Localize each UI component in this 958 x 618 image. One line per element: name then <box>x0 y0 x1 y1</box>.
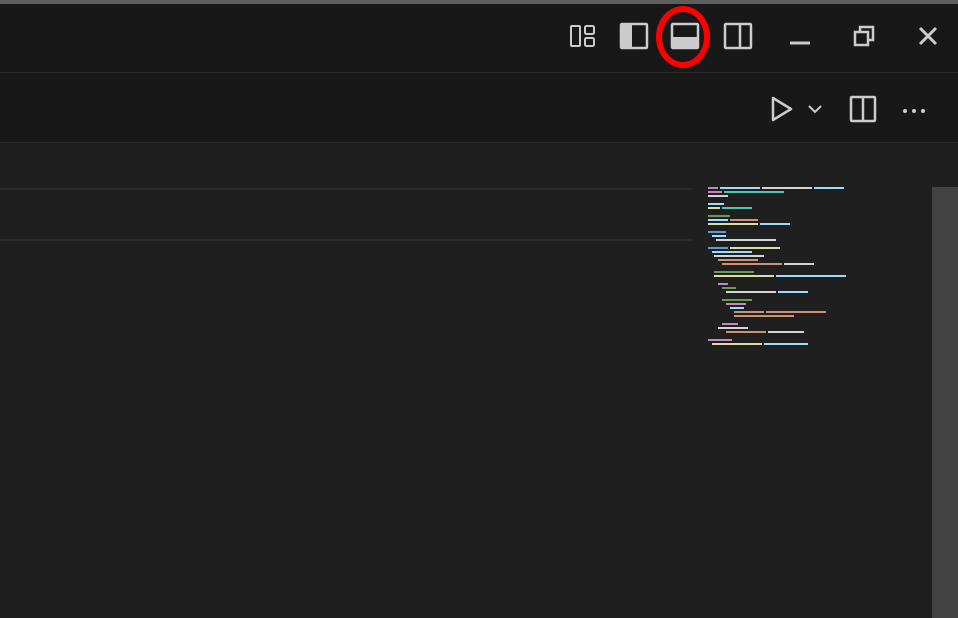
editor-area[interactable] <box>0 143 958 618</box>
close-icon <box>916 24 940 48</box>
vscode-window <box>0 0 958 618</box>
toggle-panel-icon <box>670 22 700 50</box>
restore-button[interactable] <box>846 18 882 54</box>
toggle-primary-sidebar-icon <box>619 22 649 50</box>
toggle-panel-button[interactable] <box>667 18 703 54</box>
run-dropdown-chevron-icon <box>806 102 824 116</box>
toggle-primary-sidebar-button[interactable] <box>616 18 652 54</box>
editor-divider-line <box>0 239 692 241</box>
editor-divider-line <box>0 188 692 190</box>
close-button[interactable] <box>910 18 946 54</box>
run-icon <box>769 95 795 123</box>
minimize-button[interactable] <box>782 18 818 54</box>
more-actions-icon <box>900 95 928 123</box>
more-actions-button[interactable] <box>896 91 932 127</box>
minimap-code-preview <box>708 187 846 345</box>
vertical-scrollbar[interactable] <box>932 187 958 618</box>
run-button[interactable] <box>764 91 800 127</box>
minimize-icon <box>788 24 812 48</box>
restore-icon <box>852 24 876 48</box>
toggle-secondary-sidebar-icon <box>723 22 753 50</box>
customize-layout-button[interactable] <box>565 18 601 54</box>
toggle-secondary-sidebar-button[interactable] <box>720 18 756 54</box>
split-editor-button[interactable] <box>845 91 881 127</box>
split-editor-icon <box>848 95 878 123</box>
editor-tab-bar <box>0 73 958 143</box>
run-dropdown-button[interactable] <box>800 91 830 127</box>
customize-layout-icon <box>569 23 597 49</box>
title-bar <box>0 4 958 73</box>
minimap[interactable] <box>700 185 850 355</box>
